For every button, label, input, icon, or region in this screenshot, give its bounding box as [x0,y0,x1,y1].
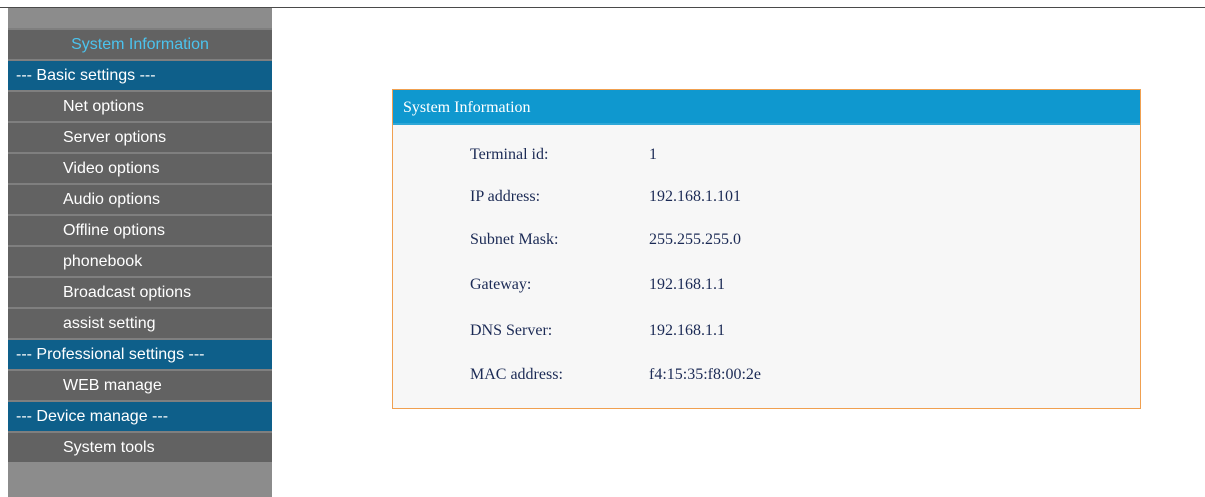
info-value: 1 [649,146,657,163]
sidebar-item-video-options[interactable]: Video options [8,152,272,183]
sidebar-top-spacer [8,8,272,28]
sidebar-item-phonebook[interactable]: phonebook [8,245,272,276]
sidebar-item-system-tools[interactable]: System tools [8,431,272,462]
sidebar-section-device-manage: --- Device manage --- [8,400,272,431]
info-label: IP address: [470,188,541,205]
info-value: 255.255.255.0 [649,231,741,248]
sidebar-item-net-options[interactable]: Net options [8,90,272,121]
sidebar-item-audio-options[interactable]: Audio options [8,183,272,214]
sidebar-item-broadcast-options[interactable]: Broadcast options [8,276,272,307]
sidebar-item-server-options[interactable]: Server options [8,121,272,152]
info-label: DNS Server: [470,322,553,339]
sidebar-item-assist-setting[interactable]: assist setting [8,307,272,338]
info-value: f4:15:35:f8:00:2e [649,366,761,383]
sidebar-item-system-information[interactable]: System Information [8,28,272,59]
sidebar-item-offline-options[interactable]: Offline options [8,214,272,245]
sidebar-section-professional-settings: --- Professional settings --- [8,338,272,369]
info-label: MAC address: [470,366,563,383]
info-value: 192.168.1.101 [649,188,741,205]
sidebar-item-web-manage[interactable]: WEB manage [8,369,272,400]
info-value: 192.168.1.1 [649,276,725,293]
panel-title: System Information [393,90,1140,125]
info-value: 192.168.1.1 [649,322,725,339]
sidebar-section-basic-settings: --- Basic settings --- [8,59,272,90]
system-information-panel: System Information Terminal id: 1 IP add… [392,89,1141,409]
info-label: Terminal id: [470,146,549,163]
top-edge-caption [0,0,1205,8]
info-label: Gateway: [470,276,532,293]
sidebar-nav: System Information --- Basic settings --… [8,8,272,497]
info-label: Subnet Mask: [470,231,559,248]
